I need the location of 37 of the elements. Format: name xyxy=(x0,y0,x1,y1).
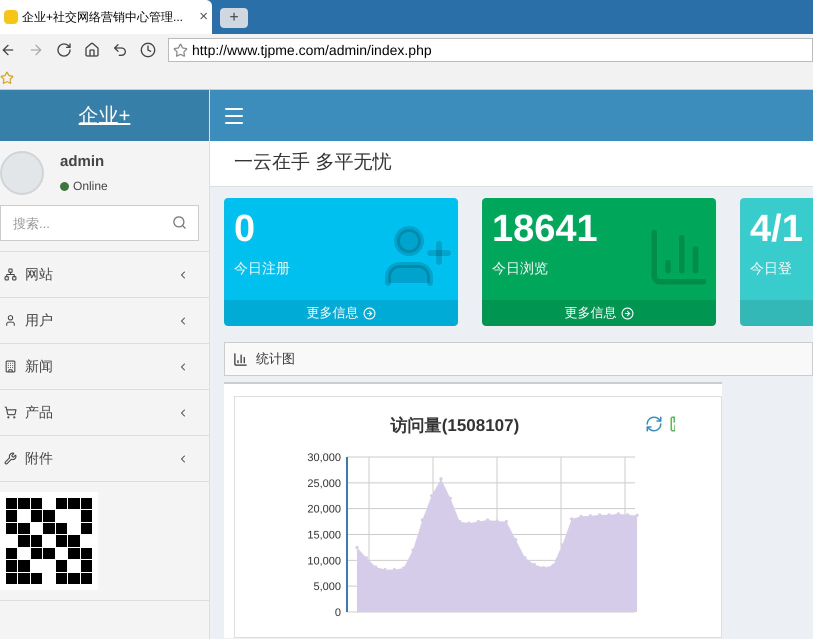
nav-item[interactable]: 产品 xyxy=(0,390,209,436)
page-heading: 一云在手 多平无忧 xyxy=(234,151,392,176)
logo-text[interactable]: 企业+ xyxy=(78,100,130,130)
nav-item[interactable]: 用户 xyxy=(0,298,209,344)
y-tick-label: 10,000 xyxy=(307,555,341,568)
stat-label: 今日浏览 xyxy=(492,259,549,278)
more-info-link[interactable]: 更多信息 xyxy=(482,300,716,326)
new-tab-button[interactable]: + xyxy=(220,8,248,28)
url-text: http://www.tjpme.com/admin/index.php xyxy=(192,40,432,60)
nav-label: 附件 xyxy=(25,449,53,468)
panel-title: 统计图 xyxy=(256,350,295,368)
tab-title: 企业+社交网络营销中心管理... xyxy=(22,9,184,26)
close-icon[interactable]: × xyxy=(199,6,208,28)
browser-tab[interactable]: 企业+社交网络营销中心管理... × xyxy=(0,0,212,34)
stat-value: 4/1 xyxy=(750,207,804,252)
status-text: Online xyxy=(73,178,108,196)
search-field[interactable]: 搜索... xyxy=(0,205,199,241)
y-tick-label: 25,000 xyxy=(307,478,341,490)
nav-label: 用户 xyxy=(25,311,53,330)
stat-value: 18641 xyxy=(492,207,599,252)
chart-title: 访问量(1508107) xyxy=(390,416,520,435)
y-tick-label: 5,000 xyxy=(313,581,341,594)
nav-item[interactable]: 新闻 xyxy=(0,344,209,390)
address-bar[interactable]: http://www.tjpme.com/admin/index.php xyxy=(168,38,813,62)
stat-label: 今日登 xyxy=(750,259,793,278)
stat-value: 0 xyxy=(234,207,256,252)
user-name: admin xyxy=(60,152,106,172)
nav-label: 产品 xyxy=(25,403,53,422)
y-tick-label: 0 xyxy=(334,607,341,619)
y-tick-label: 20,000 xyxy=(307,504,341,516)
y-tick-label: 15,000 xyxy=(307,530,341,542)
nav-label: 新闻 xyxy=(25,357,53,376)
nav-item[interactable]: 附件 xyxy=(0,436,209,482)
y-tick-label: 30,000 xyxy=(307,452,341,464)
stat-label: 今日注册 xyxy=(234,259,291,278)
nav-item[interactable]: 网站 xyxy=(0,252,209,298)
nav-label: 网站 xyxy=(25,265,53,284)
